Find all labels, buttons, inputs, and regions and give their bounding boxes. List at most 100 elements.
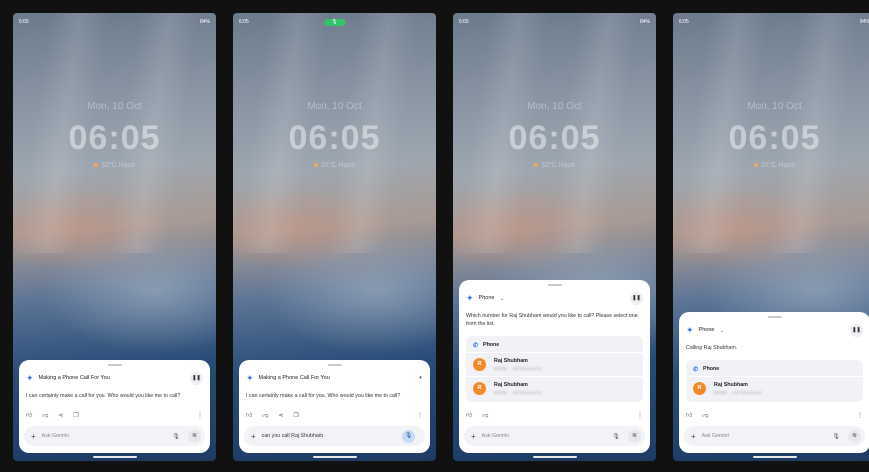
contact-name: Raj Shubham <box>494 358 528 364</box>
ask-input-text: can you call Raj Shubham <box>261 433 324 439</box>
chevron-down-icon[interactable]: ⌄ <box>499 295 504 302</box>
status-bar: 6:05 🎙︎ <box>239 17 430 27</box>
share-icon[interactable]: ⋖ <box>58 412 63 419</box>
card-header: ✦ Making a Phone Call For You 🔈︎ <box>246 370 423 386</box>
contact-list-header: ✆ Phone <box>473 342 500 349</box>
avatar: R <box>693 382 706 395</box>
more-vert-icon[interactable]: ⋮ <box>197 412 203 419</box>
lock-clock: 06:05 <box>288 119 381 157</box>
ask-placeholder: Ask Gemini <box>41 433 69 439</box>
weather-icon <box>754 163 759 168</box>
mic-active-indicator: 🎙︎ <box>323 18 346 26</box>
status-time: 6:05 <box>459 19 469 25</box>
mic-icon[interactable]: 🎙︎ <box>172 433 180 440</box>
response-text: I can certainly make a call for you. Who… <box>246 393 401 399</box>
more-vert-icon[interactable]: ⋮ <box>637 412 643 419</box>
gemini-sparkle-icon: ✦ <box>246 372 254 383</box>
ask-gemini-input[interactable]: + Ask Gemini 🎙︎ ≋ <box>464 426 645 446</box>
contact-row[interactable]: R Raj Shubham Mobile · +9179xxxxxxxx <box>466 352 643 376</box>
home-indicator[interactable] <box>532 456 577 458</box>
thumbs-down-icon[interactable]: 👎︎ <box>262 411 268 419</box>
drag-handle[interactable] <box>327 364 342 366</box>
lock-weather: 32°C Haze <box>453 162 656 169</box>
phone-icon: ✆ <box>473 342 479 349</box>
mic-icon[interactable]: 🎙︎ <box>832 433 840 440</box>
home-indicator[interactable] <box>312 456 357 458</box>
status-time: 6:05 <box>239 19 249 25</box>
contact-number: Mobile · +9179xxxxxxxx <box>494 366 542 371</box>
lock-date: Mon, 10 Oct <box>527 101 582 112</box>
battery-indicator: 84% <box>199 19 210 25</box>
ask-gemini-input[interactable]: + can you call Raj Shubham 🎙︎ <box>244 426 425 446</box>
thumbs-down-icon[interactable]: 👎︎ <box>702 411 708 419</box>
response-text: I can certainly make a call for you. Who… <box>26 393 181 399</box>
contact-list: ✆ Phone R Raj Shubham Mobile · +9179xxxxxx… <box>686 360 863 402</box>
pause-icon[interactable]: ❚❚ <box>850 323 863 337</box>
mic-icon[interactable]: 🎙︎ <box>612 433 620 440</box>
weather-icon <box>94 163 99 168</box>
response-actions: 👍︎ 👎︎ ⋮ <box>686 409 863 421</box>
lock-weather: 32°C Haze <box>233 162 436 169</box>
weather-icon <box>534 163 539 168</box>
plus-icon[interactable]: + <box>31 432 36 441</box>
lock-clock: 06:05 <box>508 119 601 157</box>
thumbs-up-icon[interactable]: 👍︎ <box>466 411 472 419</box>
thumbs-up-icon[interactable]: 👍︎ <box>246 411 252 419</box>
response-actions: 👍︎ 👎︎ ⋖ ❐ ⋮ <box>246 409 423 421</box>
live-icon[interactable]: ≋ <box>188 429 201 443</box>
contact-row[interactable]: R Raj Shubham Mobile · +9179xxxxxxxx <box>686 376 863 400</box>
drag-handle[interactable] <box>547 284 562 286</box>
status-time: 6:05 <box>679 19 689 25</box>
ask-gemini-input[interactable]: + Ask Gemini 🎙︎ ≋ <box>684 426 865 446</box>
battery-indicator: 84% <box>859 19 869 25</box>
contact-name: Raj Shubham <box>714 382 748 388</box>
home-indicator[interactable] <box>92 456 137 458</box>
pause-icon[interactable]: ❚❚ <box>190 371 203 385</box>
copy-icon[interactable]: ❐ <box>73 412 78 419</box>
lock-weather: 32°C Haze <box>673 162 869 169</box>
battery-indicator: 84% <box>639 19 650 25</box>
ask-gemini-input[interactable]: + Ask Gemini 🎙︎ ≋ <box>24 426 205 446</box>
status-bar: 6:05 84% <box>19 17 210 27</box>
lock-date: Mon, 10 Oct <box>87 101 142 112</box>
gemini-sparkle-icon: ✦ <box>686 324 694 335</box>
live-icon[interactable]: ≋ <box>848 429 861 443</box>
home-indicator[interactable] <box>752 456 797 458</box>
ask-placeholder: Ask Gemini <box>481 433 509 439</box>
response-text: Calling Raj Shubham. <box>686 345 738 351</box>
card-title: Making a Phone Call For You <box>38 375 110 381</box>
lock-weather: 32°C Haze <box>13 162 216 169</box>
contact-name: Raj Shubham <box>494 382 528 388</box>
drag-handle[interactable] <box>767 316 782 318</box>
plus-icon[interactable]: + <box>251 432 256 441</box>
response-actions: 👍︎ 👎︎ ⋮ <box>466 409 643 421</box>
gemini-overlay-card: ✦ Making a Phone Call For You ❚❚ I can c… <box>19 360 210 453</box>
contact-row[interactable]: R Raj Shubham Mobile · +9179xxxxxxxx <box>466 376 643 400</box>
phone-screen-4: 6:05 84% Mon, 10 Oct 06:05 32°C Haze ✦ P… <box>673 13 869 461</box>
more-vert-icon[interactable]: ⋮ <box>857 412 863 419</box>
card-header: ✦ Phone ⌄ ❚❚ <box>686 322 863 338</box>
more-vert-icon[interactable]: ⋮ <box>417 412 423 419</box>
drag-handle[interactable] <box>107 364 122 366</box>
status-time: 6:05 <box>19 19 29 25</box>
thumbs-down-icon[interactable]: 👎︎ <box>42 411 48 419</box>
contact-list: ✆ Phone R Raj Shubham Mobile · +9179xxxxxx… <box>466 336 643 402</box>
lock-date: Mon, 10 Oct <box>307 101 362 112</box>
avatar: R <box>473 358 486 371</box>
pause-icon[interactable]: ❚❚ <box>630 291 643 305</box>
speaker-icon[interactable]: 🔈︎ <box>419 375 423 382</box>
avatar: R <box>473 382 486 395</box>
thumbs-up-icon[interactable]: 👍︎ <box>26 411 32 419</box>
plus-icon[interactable]: + <box>471 432 476 441</box>
share-icon[interactable]: ⋖ <box>278 412 283 419</box>
live-icon[interactable]: ≋ <box>628 429 641 443</box>
phone-icon: ✆ <box>693 366 699 373</box>
mic-icon[interactable]: 🎙︎ <box>402 429 415 443</box>
plus-icon[interactable]: + <box>691 432 696 441</box>
chevron-down-icon[interactable]: ⌄ <box>719 327 724 334</box>
response-actions: 👍︎ 👎︎ ⋖ ❐ ⋮ <box>26 409 203 421</box>
copy-icon[interactable]: ❐ <box>293 412 298 419</box>
thumbs-down-icon[interactable]: 👎︎ <box>482 411 488 419</box>
thumbs-up-icon[interactable]: 👍︎ <box>686 411 692 419</box>
gemini-overlay-card: ✦ Making a Phone Call For You 🔈︎ I can c… <box>239 360 430 453</box>
